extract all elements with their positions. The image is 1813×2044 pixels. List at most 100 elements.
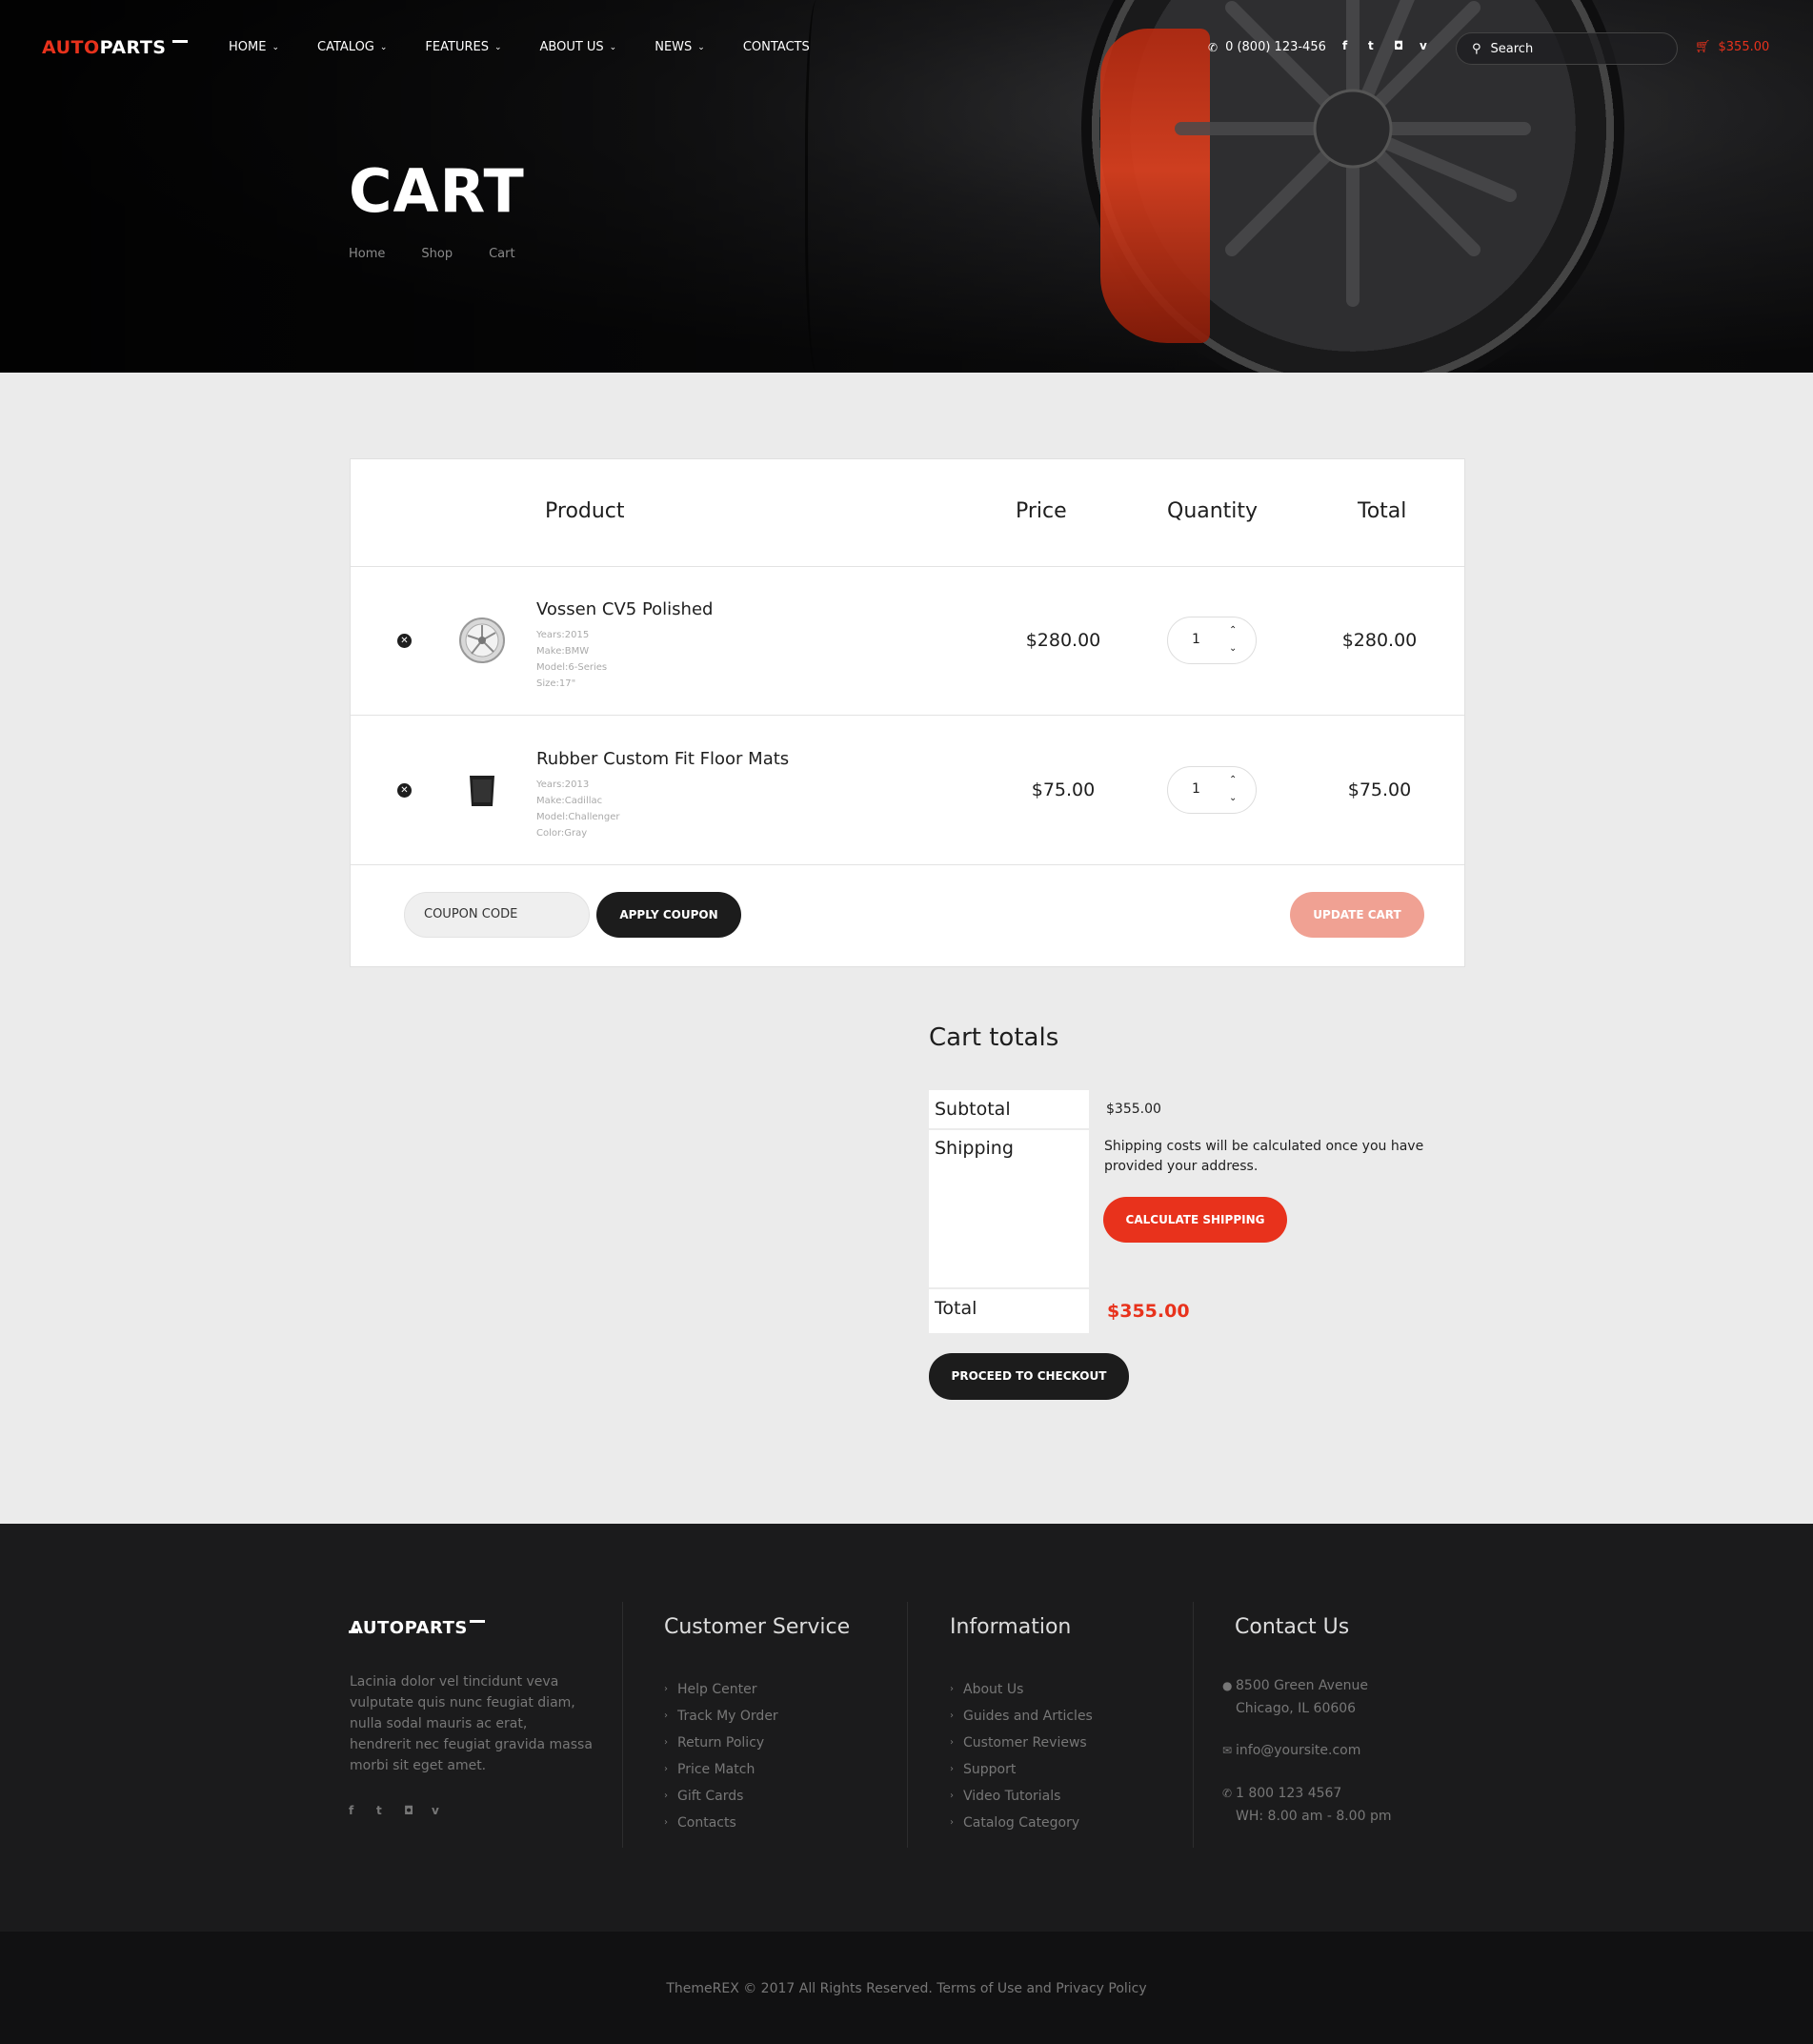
footer-link[interactable]: › Video Tutorials	[950, 1783, 1093, 1810]
product-name[interactable]: Vossen CV5 Polished	[536, 599, 713, 619]
product-meta: Years:2013 Make:Cadillac Model:Challenge…	[536, 777, 620, 841]
product-name[interactable]: Rubber Custom Fit Floor Mats	[536, 749, 789, 769]
instagram-icon[interactable]: ◘	[1394, 39, 1420, 52]
phone-number[interactable]: 1 800 123 4567	[1236, 1782, 1391, 1805]
footer-divider	[622, 1602, 623, 1848]
chevron-right-icon: ›	[950, 1737, 954, 1748]
chevron-right-icon: ›	[664, 1791, 668, 1801]
footer-link[interactable]: › Return Policy	[664, 1730, 778, 1756]
link-label: Gift Cards	[677, 1789, 744, 1804]
cart-table: Product Price Quantity Total ✕ Vossen CV…	[350, 458, 1465, 967]
product-thumbnail-floor-mat[interactable]	[458, 766, 506, 814]
footer: AUTOPARTS Lacinia dolor vel tincidunt ve…	[0, 1524, 1813, 1932]
search-input[interactable]: ⚲ Search	[1456, 32, 1678, 65]
menu-item-contacts[interactable]: CONTACTS	[743, 40, 810, 54]
footer-link[interactable]: › Price Match	[664, 1756, 778, 1783]
remove-item-icon[interactable]: ✕	[397, 634, 412, 648]
contact-us-title: Contact Us	[1235, 1615, 1350, 1639]
customer-service-title: Customer Service	[664, 1615, 851, 1639]
chevron-down-icon: ⌄	[697, 42, 705, 52]
footer-divider	[907, 1602, 908, 1848]
product-thumbnail-wheel[interactable]	[458, 617, 506, 664]
apply-coupon-button[interactable]: APPLY COUPON	[596, 892, 741, 938]
map-pin-icon: ●	[1222, 1679, 1233, 1692]
chevron-right-icon: ›	[664, 1684, 668, 1694]
chevron-down-icon[interactable]: ⌄	[1229, 793, 1237, 803]
footer-about-text: Lacinia dolor vel tincidunt veva vulputa…	[350, 1674, 593, 1773]
quantity-stepper[interactable]: 1 ⌃ ⌄	[1167, 617, 1257, 664]
table-row: ✕ Vossen CV5 Polished Years:2015 Make:BM…	[351, 567, 1464, 716]
vine-icon[interactable]: v	[432, 1804, 459, 1817]
header-phone[interactable]: ✆ 0 (800) 123-456	[1208, 40, 1326, 54]
quantity-value[interactable]: 1	[1192, 781, 1200, 797]
contact-email[interactable]: ✉ info@yoursite.com	[1222, 1739, 1360, 1762]
facebook-icon[interactable]: f	[1342, 39, 1368, 52]
phone-number: 0 (800) 123-456	[1225, 40, 1326, 54]
footer-link[interactable]: › Gift Cards	[664, 1783, 778, 1810]
footer-link[interactable]: › Catalog Category	[950, 1810, 1093, 1836]
menu-item-news[interactable]: NEWS ⌄	[655, 40, 705, 54]
link-label: Track My Order	[677, 1709, 778, 1724]
copyright-text: ThemeREX © 2017 All Rights Reserved. Ter…	[666, 1981, 1147, 1996]
quantity-stepper[interactable]: 1 ⌃ ⌄	[1167, 766, 1257, 814]
menu-label: NEWS	[655, 40, 693, 54]
proceed-to-checkout-button[interactable]: PROCEED TO CHECKOUT	[929, 1353, 1129, 1400]
breadcrumb-shop[interactable]: Shop	[421, 247, 453, 261]
information-links: › About Us › Guides and Articles › Customer…	[950, 1676, 1093, 1836]
product-meta: Years:2015 Make:BMW Model:6-Series Size:…	[536, 627, 607, 692]
link-label: Contacts	[677, 1815, 736, 1831]
calculate-shipping-button[interactable]: CALCULATE SHIPPING	[1103, 1197, 1287, 1243]
footer-link[interactable]: › Track My Order	[664, 1703, 778, 1730]
facebook-icon[interactable]: f	[349, 1804, 376, 1817]
site-logo[interactable]: AUTOPARTS	[42, 37, 189, 58]
footer-link[interactable]: › Guides and Articles	[950, 1703, 1093, 1730]
footer-link[interactable]: › Help Center	[664, 1676, 778, 1703]
menu-item-catalog[interactable]: CATALOG ⌄	[317, 40, 387, 54]
twitter-icon[interactable]: t	[1368, 39, 1394, 52]
twitter-icon[interactable]: t	[376, 1804, 404, 1817]
coupon-code-input[interactable]: COUPON CODE	[404, 892, 590, 938]
subtotal-value: $355.00	[1106, 1102, 1161, 1117]
menu-item-home[interactable]: HOME ⌄	[229, 40, 279, 54]
logo-part-auto: AUTO	[42, 37, 100, 58]
customer-service-links: › Help Center › Track My Order › Return Pol…	[664, 1676, 778, 1836]
footer-logo[interactable]: AUTOPARTS	[349, 1618, 485, 1638]
chevron-right-icon: ›	[664, 1764, 668, 1774]
search-icon: ⚲	[1472, 41, 1481, 56]
remove-item-icon[interactable]: ✕	[397, 783, 412, 798]
vine-icon[interactable]: v	[1420, 39, 1445, 52]
breadcrumb-home[interactable]: Home	[349, 247, 385, 261]
menu-item-features[interactable]: FEATURES ⌄	[425, 40, 501, 54]
chevron-down-icon: ⌄	[609, 42, 617, 52]
instagram-icon[interactable]: ◘	[404, 1804, 432, 1817]
total-value: $355.00	[1107, 1301, 1190, 1322]
update-cart-button[interactable]: UPDATE CART	[1290, 892, 1424, 938]
page-title: CART	[349, 156, 525, 226]
product-price: $75.00	[1031, 779, 1096, 800]
chevron-right-icon: ›	[664, 1817, 668, 1828]
menu-label: CONTACTS	[742, 40, 810, 54]
working-hours: WH: 8.00 am - 8.00 pm	[1236, 1809, 1392, 1824]
chevron-up-icon[interactable]: ⌃	[1229, 625, 1237, 636]
cart-totals-title: Cart totals	[929, 1023, 1059, 1052]
menu-item-about-us[interactable]: ABOUT US ⌄	[540, 40, 617, 54]
cart-table-header: Product Price Quantity Total	[351, 459, 1464, 567]
top-navigation: AUTOPARTS HOME ⌄ CATALOG ⌄ FEATURES ⌄ ABOUT…	[0, 0, 1813, 99]
footer-link[interactable]: › About Us	[950, 1676, 1093, 1703]
footer-link[interactable]: › Contacts	[664, 1810, 778, 1836]
chevron-down-icon: ⌄	[494, 42, 502, 52]
quantity-value[interactable]: 1	[1192, 632, 1200, 647]
header-cart[interactable]: 🛒︎ $355.00	[1695, 40, 1769, 54]
menu-label: CATALOG	[317, 40, 374, 54]
column-quantity: Quantity	[1167, 499, 1259, 523]
chevron-down-icon[interactable]: ⌄	[1229, 643, 1237, 654]
link-label: Return Policy	[677, 1735, 765, 1751]
logo-part-parts: PARTS	[99, 37, 167, 58]
address-line-1: 8500 Green Avenue	[1236, 1678, 1368, 1693]
chevron-up-icon[interactable]: ⌃	[1229, 775, 1237, 785]
footer-link[interactable]: › Support	[950, 1756, 1093, 1783]
shipping-note: Shipping costs will be calculated once y…	[1104, 1139, 1424, 1174]
footer-link[interactable]: › Customer Reviews	[950, 1730, 1093, 1756]
shipping-label: Shipping	[929, 1130, 1089, 1287]
address-line-2: Chicago, IL 60606	[1236, 1701, 1357, 1716]
